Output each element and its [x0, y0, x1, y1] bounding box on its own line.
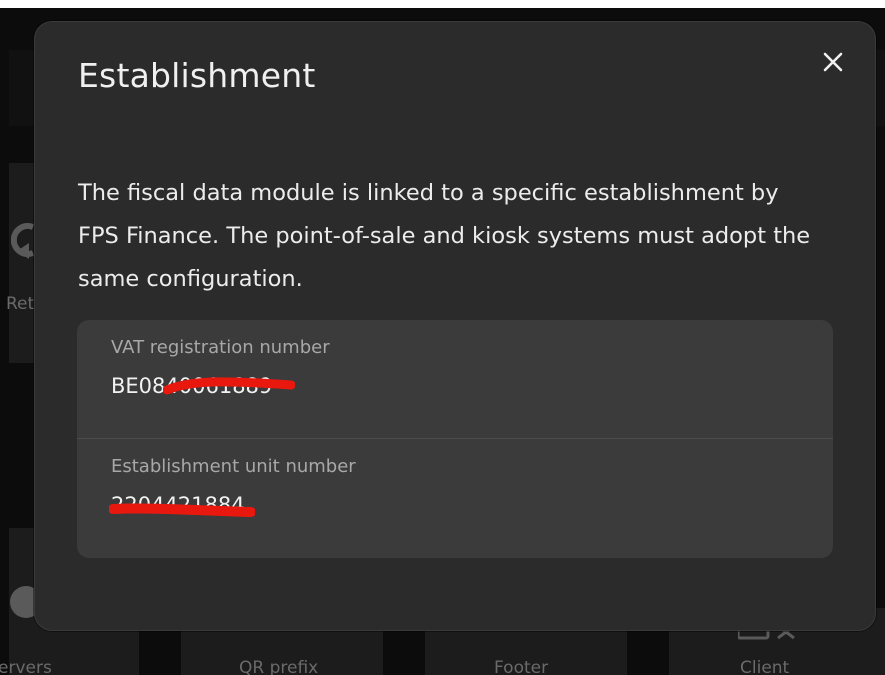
vat-number-label: VAT registration number	[111, 337, 330, 358]
dialog-description: The fiscal data module is linked to a sp…	[78, 180, 811, 292]
establishment-unit-field: Establishment unit number 2204421884	[77, 438, 833, 556]
establishment-fields: VAT registration number BE0840061889 Est…	[77, 320, 833, 558]
bottom-tile-label: QR prefix	[239, 658, 319, 675]
establishment-unit-value: 2204421884	[109, 493, 255, 517]
vat-number-field: VAT registration number BE0840061889	[77, 320, 833, 438]
background-label: Ret	[6, 294, 35, 314]
bottom-tile-label: ervers	[0, 658, 52, 675]
vat-number-value: BE0840061889	[111, 374, 295, 398]
establishment-dialog: Establishment The fiscal data module is …	[34, 21, 876, 631]
dialog-title: Establishment	[78, 56, 316, 95]
bottom-tile-label: Client	[740, 658, 790, 675]
close-icon	[823, 52, 843, 76]
establishment-unit-label: Establishment unit number	[111, 456, 356, 477]
bottom-tile-label: Footer	[494, 658, 549, 675]
close-button[interactable]	[819, 50, 847, 78]
